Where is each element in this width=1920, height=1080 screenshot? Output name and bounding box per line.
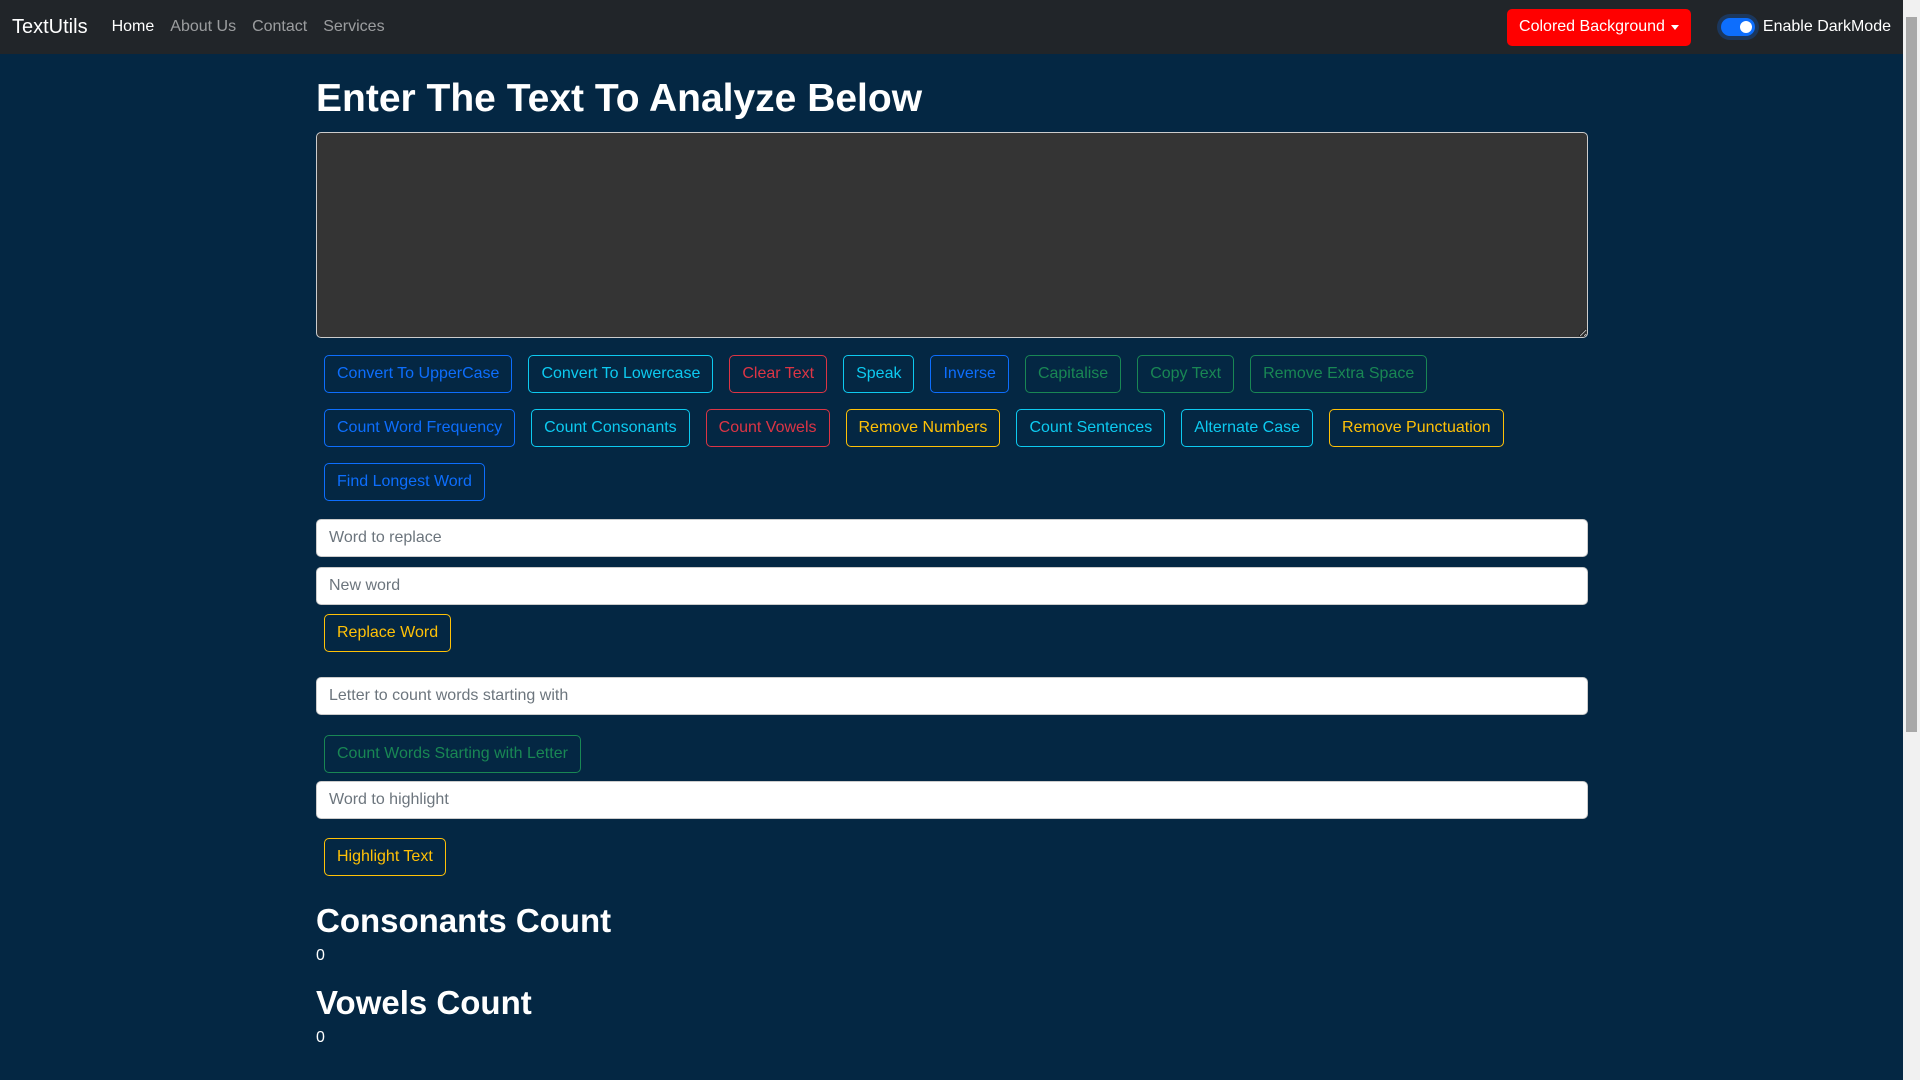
button-speak[interactable]: Speak [843, 355, 915, 393]
nav-contact[interactable]: Contact [252, 18, 307, 36]
nav-services[interactable]: Services [323, 18, 384, 36]
main-container: Enter The Text To Analyze Below Convert … [316, 54, 1588, 1047]
button-remove-punctuation[interactable]: Remove Punctuation [1329, 409, 1504, 447]
consonants-count-value: 0 [316, 947, 325, 964]
button-count-word-frequency[interactable]: Count Word Frequency [324, 409, 516, 447]
colored-background-dropdown[interactable]: Colored Background [1507, 8, 1691, 46]
button-inverse[interactable]: Inverse [930, 355, 1009, 393]
count-words-starting-button[interactable]: Count Words Starting with Letter [324, 735, 581, 773]
page-title: Enter The Text To Analyze Below [316, 77, 923, 120]
scrollbar[interactable] [1903, 0, 1920, 1080]
consonants-count-heading: Consonants Count [316, 902, 612, 939]
button-count-sentences[interactable]: Count Sentences [1016, 409, 1166, 447]
button-alternate-case[interactable]: Alternate Case [1181, 409, 1314, 447]
letter-input[interactable] [316, 677, 1588, 715]
vowels-count-heading: Vowels Count [316, 984, 532, 1021]
brand-logo[interactable]: TextUtils [12, 16, 88, 39]
darkmode-toggle[interactable] [1720, 18, 1755, 36]
replace-word-button[interactable]: Replace Word [324, 614, 452, 652]
button-remove-numbers[interactable]: Remove Numbers [845, 409, 1001, 447]
dropdown-label: Colored Background [1519, 18, 1665, 35]
darkmode-label[interactable]: Enable DarkMode [1763, 18, 1891, 36]
button-remove-extra-space[interactable]: Remove Extra Space [1250, 355, 1428, 393]
scrollbar-thumb[interactable] [1906, 17, 1917, 732]
nav-about[interactable]: About Us [170, 18, 236, 36]
button-clear-text[interactable]: Clear Text [729, 355, 828, 393]
highlight-input[interactable] [316, 781, 1588, 819]
button-convert-to-lowercase[interactable]: Convert To Lowercase [528, 355, 714, 393]
button-copy-text[interactable]: Copy Text [1137, 355, 1235, 393]
button-capitalise[interactable]: Capitalise [1024, 355, 1122, 393]
button-find-longest-word[interactable]: Find Longest Word [324, 463, 485, 501]
caret-down-icon [1670, 24, 1679, 30]
word-to-replace-input[interactable] [316, 519, 1588, 557]
nav-home[interactable]: Home [112, 18, 155, 36]
button-count-vowels[interactable]: Count Vowels [705, 409, 830, 447]
button-convert-to-uppercase[interactable]: Convert To UpperCase [324, 355, 513, 393]
action-buttons: Convert To UpperCase Convert To Lowercase… [316, 355, 1588, 517]
navbar: TextUtils Home About Us Contact Services… [0, 0, 1903, 54]
text-input-area[interactable] [316, 132, 1588, 338]
new-word-input[interactable] [316, 567, 1588, 605]
button-count-consonants[interactable]: Count Consonants [531, 409, 690, 447]
vowels-count-value: 0 [316, 1029, 325, 1046]
highlight-text-button[interactable]: Highlight Text [324, 838, 446, 876]
